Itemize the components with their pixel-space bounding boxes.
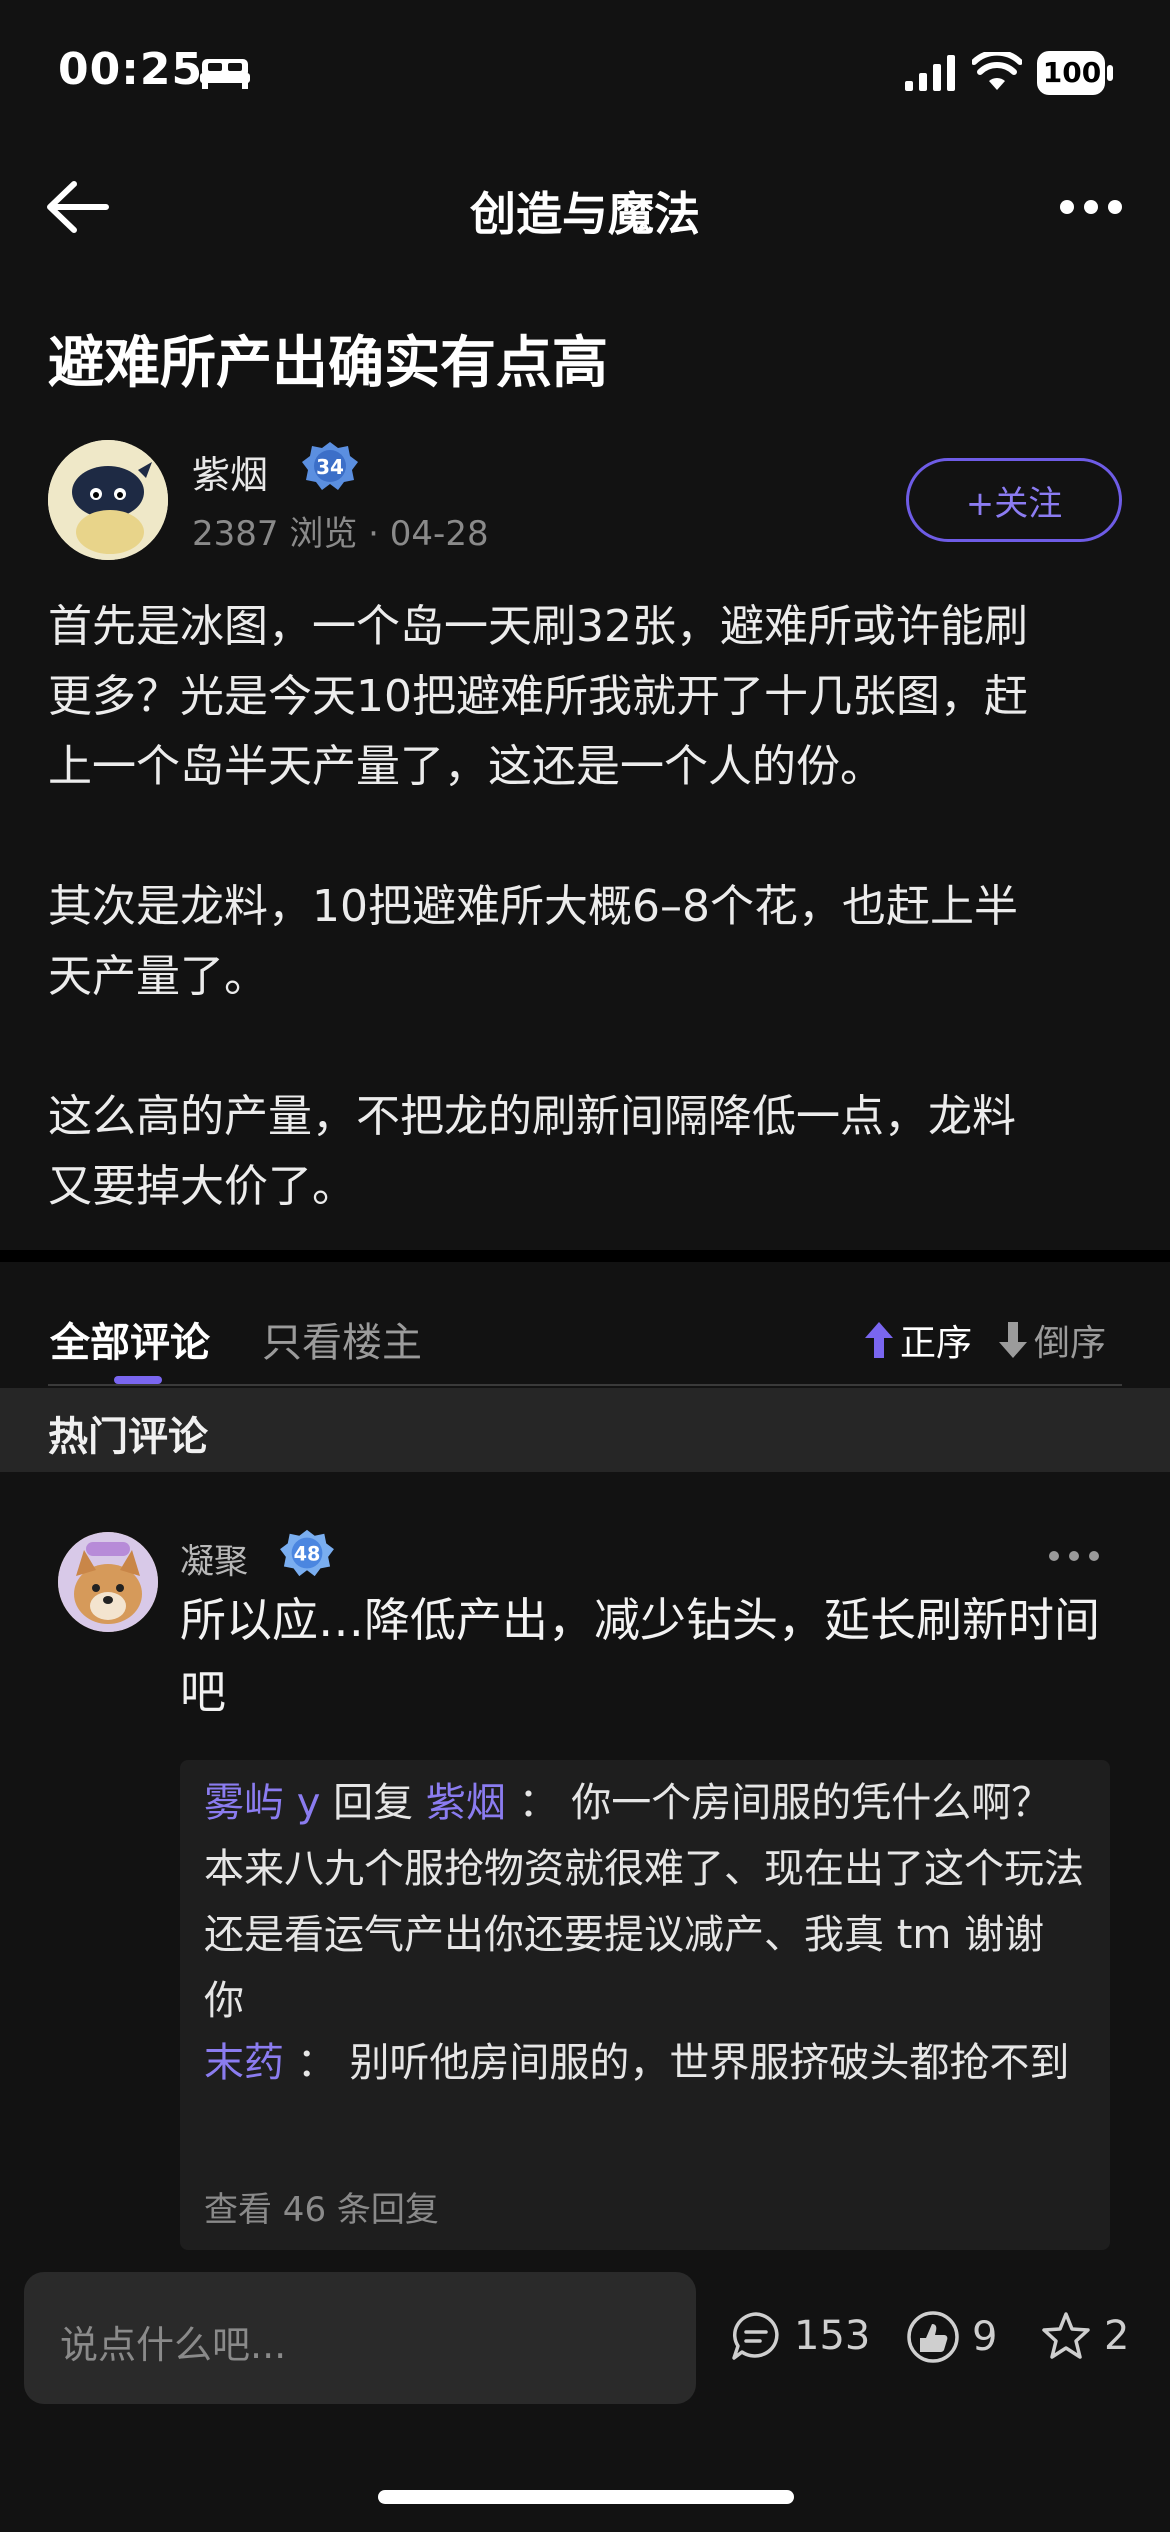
sort-asc-label: 正序 xyxy=(900,1323,973,1364)
more-icon[interactable] xyxy=(1058,196,1124,218)
post-meta: 2387 浏览 · 04-28 xyxy=(192,514,489,554)
battery-icon: 100 xyxy=(1036,50,1114,96)
reply-item: 末药 ： 别听他房间服的，世界服挤破头都抢不到 xyxy=(204,2030,1084,2096)
post-title: 避难所产出确实有点高 xyxy=(48,331,608,396)
view-count: 2387 浏览 xyxy=(192,514,358,554)
reply-preview-box[interactable]: 雾屿 y 回复 紫烟 ： 你一个房间服的凭什么啊？本来八九个服抢物资就很难了、现… xyxy=(180,1760,1110,2250)
post-body: 首先是冰图，一个岛一天刷32张，避难所或许能刷 更多？光是今天10把避难所我就开… xyxy=(48,601,1028,1212)
tabs-divider xyxy=(48,1384,1122,1386)
reply-content: 别听他房间服的，世界服挤破头都抢不到 xyxy=(349,2040,1070,2086)
comment-input-placeholder: 说点什么吧... xyxy=(60,2323,287,2367)
comments-count: 153 xyxy=(794,2313,871,2359)
favorites-count: 2 xyxy=(1104,2313,1130,2359)
sort-desc-label: 倒序 xyxy=(1034,1323,1107,1364)
view-all-replies-link[interactable]: 查看 46 条回复 xyxy=(204,2182,439,2231)
reply-action: 回复 xyxy=(333,1780,414,1826)
author-name[interactable]: 紫烟 xyxy=(192,444,268,499)
reply-separator: ： xyxy=(296,2040,337,2086)
level-badge-icon: 34 xyxy=(298,440,362,492)
comment-icon xyxy=(732,2312,779,2360)
sort-descending-button[interactable]: 倒序 xyxy=(996,1314,1106,1366)
signal-icon xyxy=(905,55,955,91)
tab-owner-only[interactable]: 只看楼主 xyxy=(262,1310,422,1368)
comment-author[interactable]: 凝聚 xyxy=(180,1534,248,1583)
star-icon xyxy=(1042,2312,1090,2359)
reply-user[interactable]: 末药 xyxy=(204,2040,284,2086)
reply-separator: ： xyxy=(518,1780,559,1826)
follow-button[interactable]: +关注 xyxy=(906,458,1122,542)
level-badge-icon: 48 xyxy=(276,1528,338,1578)
comment-input[interactable]: 说点什么吧... xyxy=(24,2272,696,2404)
section-divider xyxy=(0,1250,1170,1262)
home-indicator[interactable] xyxy=(378,2490,794,2504)
hot-comments-label: 热门评论 xyxy=(48,1414,208,1460)
comment-text: 所以应…降低产出，减少钻头，延长刷新时间吧 xyxy=(180,1593,1100,1719)
reply-user[interactable]: 雾屿 y xyxy=(204,1780,320,1826)
sort-ascending-button[interactable]: 正序 xyxy=(862,1314,972,1366)
author-level: 34 xyxy=(316,455,344,479)
arrow-down-icon xyxy=(999,1322,1027,1358)
tab-indicator xyxy=(114,1376,162,1384)
status-time: 00:25 xyxy=(58,44,204,95)
page-title: 创造与魔法 xyxy=(470,187,700,241)
battery-level: 100 xyxy=(1042,56,1102,89)
comment-level: 48 xyxy=(294,1543,321,1566)
arrow-up-icon xyxy=(865,1322,893,1358)
reply-item: 雾屿 y 回复 紫烟 ： 你一个房间服的凭什么啊？本来八九个服抢物资就很难了、现… xyxy=(204,1770,1084,2034)
likes-count: 9 xyxy=(972,2314,998,2360)
comment-avatar[interactable] xyxy=(58,1532,158,1632)
like-icon xyxy=(907,2311,959,2363)
wifi-icon xyxy=(972,52,1022,90)
comments-count-button[interactable]: 153 xyxy=(730,2310,870,2362)
comment-more-icon[interactable] xyxy=(1046,1548,1102,1564)
avatar[interactable] xyxy=(48,440,168,560)
like-button[interactable]: 9 xyxy=(906,2310,997,2364)
tab-all-comments[interactable]: 全部评论 xyxy=(50,1310,210,1368)
reply-target[interactable]: 紫烟 xyxy=(426,1780,506,1826)
favorite-button[interactable]: 2 xyxy=(1040,2310,1129,2362)
bed-icon xyxy=(200,59,250,89)
post-date: 04-28 xyxy=(389,514,489,554)
